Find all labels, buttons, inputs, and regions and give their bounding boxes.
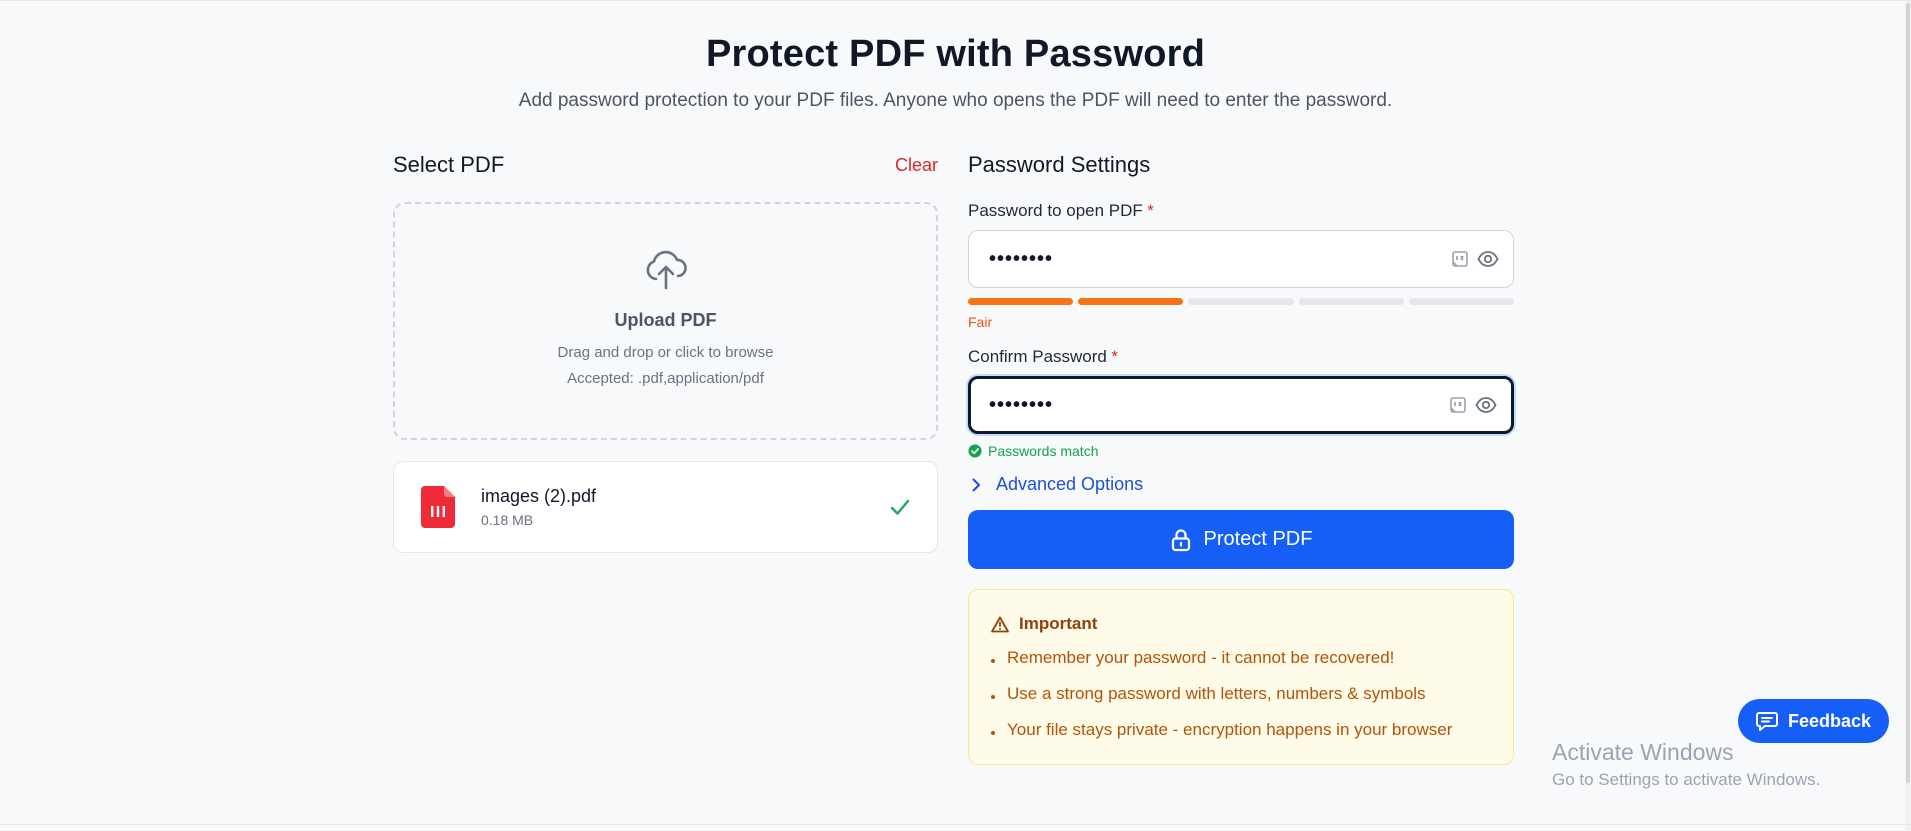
password-manager-icon[interactable]	[1449, 396, 1467, 414]
strength-label: Fair	[968, 314, 993, 330]
password-manager-icon[interactable]	[1451, 250, 1469, 268]
file-info: images (2).pdf 0.18 MB	[481, 486, 889, 528]
password-input-icons	[1451, 248, 1499, 270]
strength-segment	[1408, 298, 1515, 305]
required-mark: *	[1111, 347, 1118, 366]
cloud-upload-icon	[646, 250, 687, 290]
confirm-password-label: Confirm Password	[968, 347, 1107, 366]
strength-segment	[1298, 298, 1404, 305]
notice-item-text: Your file stays private - encryption hap…	[1007, 720, 1453, 739]
selected-file-card: images (2).pdf 0.18 MB	[393, 461, 938, 553]
page-title: Protect PDF with Password	[705, 33, 1206, 75]
upload-dropzone[interactable]: Upload PDF Drag and drop or click to bro…	[393, 202, 938, 440]
strength-segment	[1078, 298, 1184, 305]
scrollbar[interactable]	[1905, 1, 1911, 831]
notice-item: Your file stays private - encryption hap…	[991, 720, 1491, 740]
upload-accepted-types: Accepted: .pdf,application/pdf	[567, 370, 764, 387]
eye-icon[interactable]	[1477, 248, 1499, 270]
strength-segment	[968, 298, 1074, 305]
upload-section-header: Select PDF Clear	[393, 151, 938, 179]
important-notice: Important Remember your password - it ca…	[968, 589, 1514, 765]
upload-hint: Drag and drop or click to browse	[557, 344, 774, 361]
password-match-status: Passwords match	[968, 443, 1514, 459]
notice-item: Remember your password - it cannot be re…	[991, 648, 1491, 668]
chevron-right-icon	[972, 478, 980, 491]
bullet-icon	[991, 695, 995, 699]
page-subtitle: Add password protection to your PDF file…	[518, 90, 1393, 111]
eye-icon[interactable]	[1475, 394, 1497, 416]
advanced-options-toggle[interactable]: Advanced Options	[968, 474, 1514, 495]
confirm-field-group: Confirm Password * •••••••• Passwords ma…	[968, 347, 1514, 459]
password-input[interactable]: ••••••••	[968, 230, 1514, 288]
notice-title: Important	[1019, 614, 1098, 633]
password-value: ••••••••	[989, 247, 1054, 270]
upload-section: Select PDF Clear Upload PDF Drag and dro…	[393, 151, 938, 553]
password-label: Password to open PDF	[968, 201, 1143, 220]
watermark-title: Activate Windows	[1552, 739, 1734, 765]
divider	[0, 824, 1911, 825]
notice-item-text: Remember your password - it cannot be re…	[1007, 648, 1395, 667]
notice-item-text: Use a strong password with letters, numb…	[1007, 684, 1426, 703]
confirm-password-value: ••••••••	[989, 393, 1054, 416]
password-field-group: Password to open PDF * •••••••• Fair	[968, 201, 1515, 330]
notice-list: Remember your password - it cannot be re…	[991, 648, 1491, 740]
file-size: 0.18 MB	[481, 512, 534, 528]
file-name: images (2).pdf	[481, 486, 597, 506]
upload-title: Upload PDF	[614, 310, 717, 330]
upload-section-title: Select PDF	[393, 152, 505, 177]
lock-icon	[1171, 528, 1190, 551]
clear-button[interactable]: Clear	[895, 155, 938, 176]
advanced-options-label: Advanced Options	[996, 474, 1144, 494]
strength-segment	[1188, 298, 1294, 305]
confirm-password-input[interactable]: ••••••••	[968, 376, 1514, 434]
check-circle-icon	[968, 444, 982, 458]
scrollbar-thumb[interactable]	[1906, 3, 1910, 783]
required-mark: *	[1147, 201, 1154, 220]
password-section-header: Password Settings	[968, 151, 1514, 179]
bullet-icon	[991, 731, 995, 735]
feedback-label: Feedback	[1787, 710, 1872, 731]
check-icon	[890, 499, 910, 515]
protect-pdf-label: Protect PDF	[1203, 528, 1313, 550]
warning-icon	[991, 616, 1009, 632]
activate-windows-watermark: Activate Windows Go to Settings to activ…	[1552, 739, 1820, 790]
notice-item: Use a strong password with letters, numb…	[991, 684, 1491, 704]
password-section: Password Settings Password to open PDF *…	[968, 151, 1515, 765]
watermark-subtitle: Go to Settings to activate Windows.	[1552, 770, 1821, 789]
password-strength-meter	[968, 298, 1515, 305]
confirm-input-icons	[1449, 394, 1497, 416]
notice-header: Important	[991, 614, 1491, 634]
chat-icon	[1755, 712, 1778, 731]
password-section-title: Password Settings	[968, 152, 1151, 177]
pdf-file-icon	[421, 486, 455, 528]
password-match-text: Passwords match	[988, 443, 1099, 459]
protect-pdf-button[interactable]: Protect PDF	[968, 510, 1514, 569]
feedback-button[interactable]: Feedback	[1738, 699, 1889, 743]
bullet-icon	[991, 659, 995, 663]
